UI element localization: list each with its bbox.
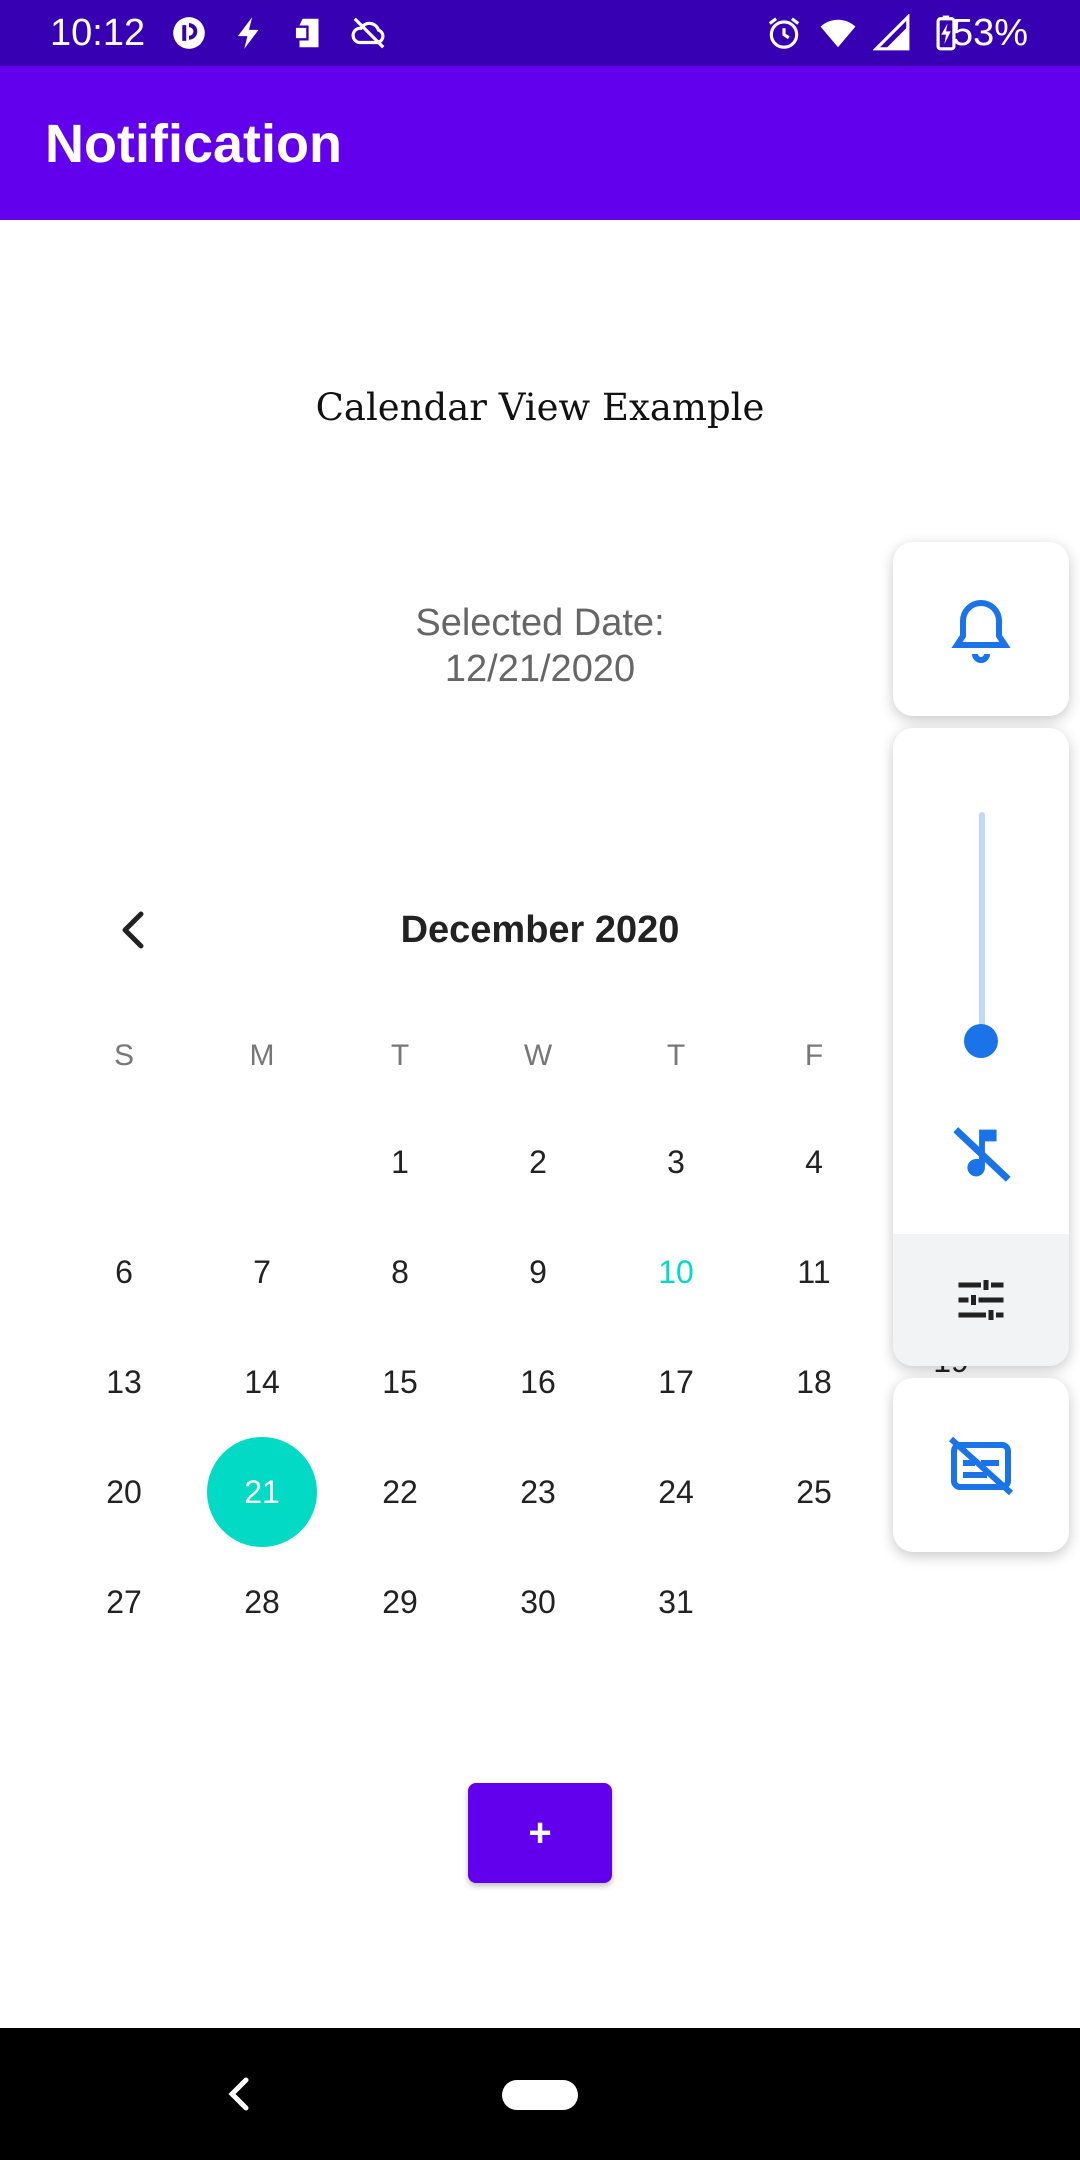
calendar-day[interactable]: 24 (621, 1437, 731, 1547)
page-heading: Calendar View Example (315, 386, 765, 429)
calendar-day[interactable]: 20 (69, 1437, 179, 1547)
music-note-off-icon[interactable] (947, 1118, 1017, 1188)
battery-percent: 53% (952, 12, 1029, 54)
calendar-day[interactable]: 2 (483, 1107, 593, 1217)
alarm-icon (768, 17, 800, 49)
calendar-day[interactable]: 13 (69, 1327, 179, 1437)
cloud-off-icon (351, 17, 385, 49)
cellular-signal-icon (873, 14, 910, 51)
month-title: December 2020 (400, 909, 680, 951)
volume-slider-card (893, 728, 1069, 1366)
calendar-day[interactable]: 29 (345, 1547, 455, 1657)
weekday-label: T (666, 1039, 686, 1072)
calendar-day[interactable]: 7 (207, 1217, 317, 1327)
captions-button[interactable] (893, 1378, 1069, 1552)
calendar-day-selected[interactable]: 21 (207, 1437, 317, 1547)
nav-back-icon[interactable] (218, 2068, 258, 2120)
calendar-day[interactable]: 3 (621, 1107, 731, 1217)
calendar-day[interactable]: 27 (69, 1547, 179, 1657)
calendar-day[interactable]: 18 (759, 1327, 869, 1437)
weekday-label: W (523, 1039, 553, 1072)
calendar-day[interactable]: 14 (207, 1327, 317, 1437)
sim-card-icon (293, 18, 319, 48)
calendar-day[interactable]: 30 (483, 1547, 593, 1657)
weekday-label: M (249, 1039, 275, 1072)
calendar-day[interactable]: 8 (345, 1217, 455, 1327)
calendar-day[interactable]: 6 (69, 1217, 179, 1327)
calendar-header: December 2020 (56, 900, 1024, 960)
calendar-day[interactable]: 31 (621, 1547, 731, 1657)
calendar-day[interactable]: 10 (621, 1217, 731, 1327)
calendar-day[interactable]: 1 (345, 1107, 455, 1217)
weekday-label: F (804, 1039, 824, 1072)
status-left-icons (170, 14, 388, 52)
app-notification-icon (173, 17, 205, 49)
tune-icon (958, 1280, 1004, 1320)
calendar-day[interactable]: 23 (483, 1437, 593, 1547)
calendar-day[interactable]: 15 (345, 1327, 455, 1437)
volume-settings-button[interactable] (893, 1234, 1069, 1366)
status-bar: 10:12 53% (0, 0, 1080, 66)
volume-track[interactable] (979, 812, 985, 1042)
calendar-day[interactable]: 16 (483, 1327, 593, 1437)
calendar-day[interactable]: 22 (345, 1437, 455, 1547)
wifi-icon (820, 19, 856, 48)
captions-off-icon (948, 1436, 1014, 1496)
weekday-label: T (390, 1039, 410, 1072)
flash-icon (237, 17, 259, 49)
calendar-day[interactable]: 4 (759, 1107, 869, 1217)
status-right-icons (765, 14, 965, 52)
calendar-day[interactable]: 17 (621, 1327, 731, 1437)
calendar-day[interactable]: 11 (759, 1217, 869, 1327)
weekday-label: S (113, 1039, 134, 1072)
calendar-day[interactable]: 25 (759, 1437, 869, 1547)
app-bar: Notification (0, 66, 1080, 220)
calendar-day[interactable]: 9 (483, 1217, 593, 1327)
app-title: Notification (45, 114, 342, 174)
calendar-day[interactable]: 28 (207, 1547, 317, 1657)
add-button[interactable]: + (468, 1783, 612, 1883)
ringer-mode-button[interactable] (893, 542, 1069, 716)
navigation-bar (0, 2028, 1080, 2160)
nav-home-pill[interactable] (502, 2080, 578, 2110)
status-time: 10:12 (50, 12, 146, 54)
volume-thumb[interactable] (964, 1024, 998, 1058)
bell-icon (951, 599, 1011, 663)
